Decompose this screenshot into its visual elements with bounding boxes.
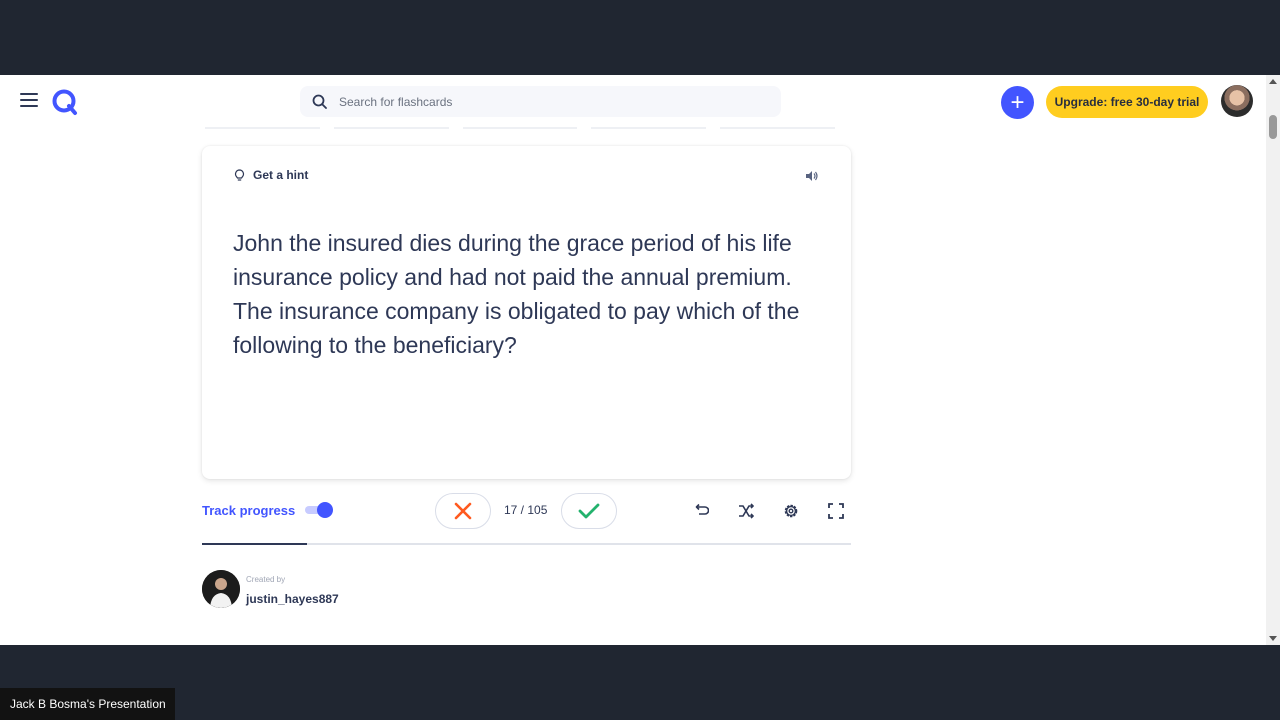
settings-button[interactable] xyxy=(781,501,801,521)
search-icon xyxy=(312,94,327,109)
search-bar[interactable] xyxy=(300,86,781,117)
flashcard[interactable]: Get a hint John the insured dies during … xyxy=(202,146,851,479)
undo-icon xyxy=(695,503,709,515)
shuffle-button[interactable] xyxy=(736,501,756,521)
app-window: + Upgrade: free 30-day trial Get a hint … xyxy=(0,75,1280,645)
progress-bar xyxy=(202,543,851,545)
create-button[interactable]: + xyxy=(1001,86,1034,119)
creator-username[interactable]: justin_hayes887 xyxy=(246,592,339,606)
get-hint-button[interactable]: Get a hint xyxy=(234,168,308,182)
fullscreen-icon xyxy=(828,503,844,519)
card-question: John the insured dies during the grace p… xyxy=(233,230,800,358)
track-progress: Track progress xyxy=(202,502,334,518)
track-progress-toggle[interactable] xyxy=(305,502,334,518)
track-progress-label: Track progress xyxy=(202,502,296,518)
created-by-label: Created by xyxy=(246,575,286,584)
close-icon xyxy=(454,502,472,520)
mark-wrong-button[interactable] xyxy=(435,493,491,529)
tabs-strip xyxy=(205,127,835,129)
undo-button[interactable] xyxy=(691,501,711,521)
logo-icon[interactable] xyxy=(51,88,79,116)
plus-icon: + xyxy=(1010,88,1025,116)
check-icon xyxy=(578,503,600,519)
gear-icon xyxy=(784,504,798,518)
menu-icon[interactable] xyxy=(20,93,38,109)
scrollbar[interactable] xyxy=(1266,75,1280,645)
search-input[interactable] xyxy=(337,93,741,110)
creator-avatar[interactable] xyxy=(202,570,240,608)
hint-label: Get a hint xyxy=(253,168,309,182)
card-counter: 17 / 105 xyxy=(504,503,548,517)
fullscreen-button[interactable] xyxy=(826,501,846,521)
lightbulb-icon xyxy=(234,168,245,181)
top-navigation: + Upgrade: free 30-day trial xyxy=(0,75,1266,129)
presenter-label: Jack B Bosma's Presentation xyxy=(0,688,175,720)
upgrade-label: Upgrade: free 30-day trial xyxy=(1054,95,1200,109)
progress-fill xyxy=(202,543,308,545)
upgrade-button[interactable]: Upgrade: free 30-day trial xyxy=(1046,86,1208,118)
mark-correct-button[interactable] xyxy=(561,493,617,529)
avatar[interactable] xyxy=(1221,85,1253,117)
speaker-icon[interactable] xyxy=(805,170,819,182)
shuffle-icon xyxy=(739,503,754,519)
